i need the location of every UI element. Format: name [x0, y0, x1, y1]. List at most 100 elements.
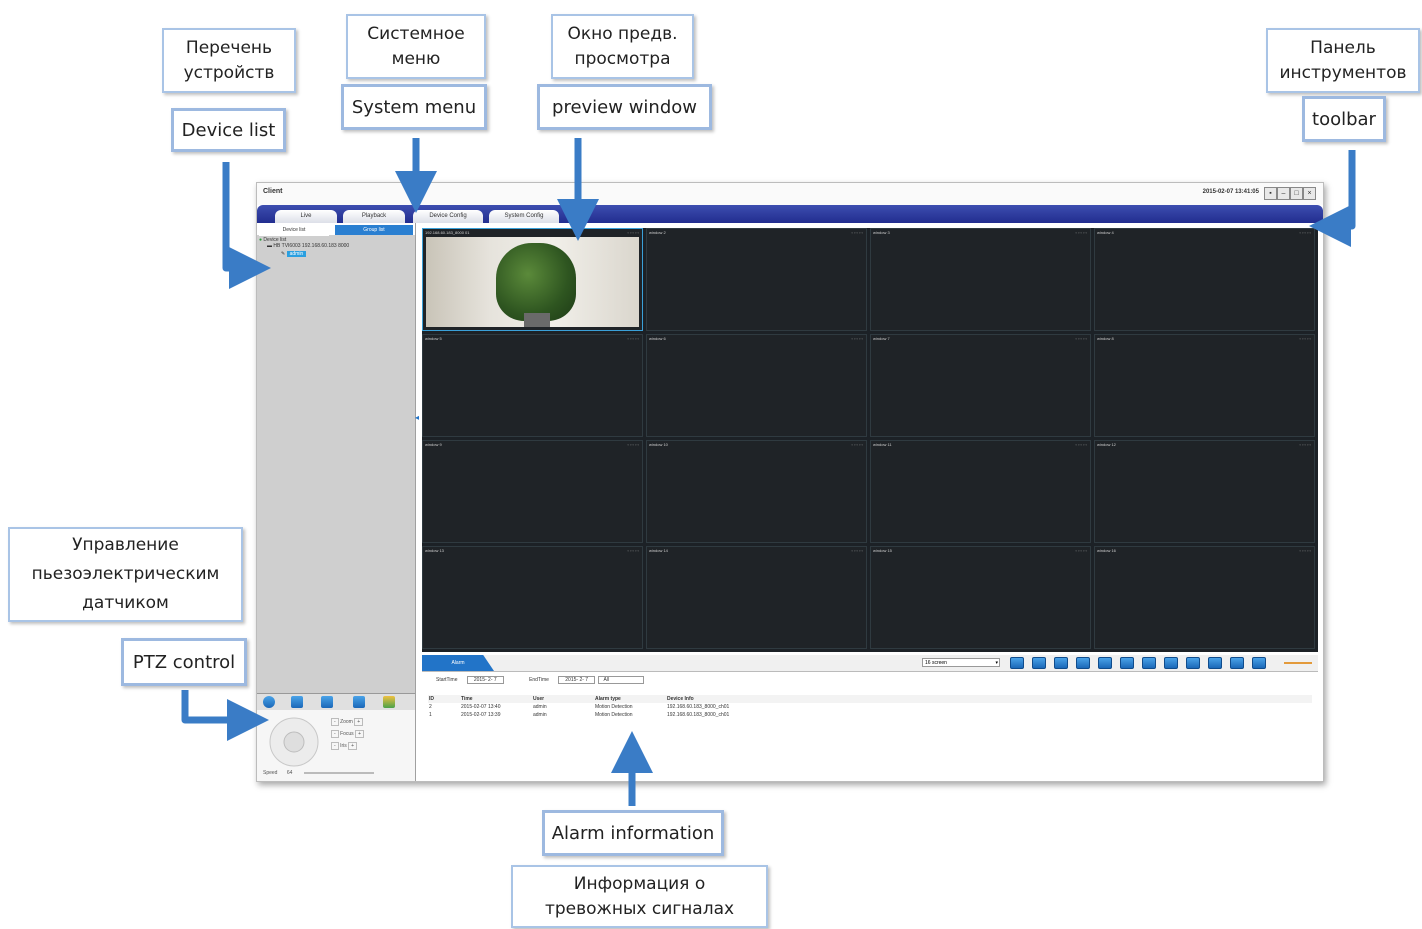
app-title: Client — [263, 188, 283, 195]
sound-icon[interactable] — [1252, 657, 1266, 669]
preview-cell-label: window 11 — [873, 442, 892, 447]
cell-tools-icon[interactable]: ▫ ▫ ▫ ▫ ▫ — [851, 442, 863, 447]
preview-cell[interactable]: window 11 ▫ ▫ ▫ ▫ ▫ — [870, 440, 1091, 543]
cell-tools-icon[interactable]: ▫ ▫ ▫ ▫ ▫ — [1299, 548, 1311, 553]
lock-icon[interactable]: ▪ — [1264, 187, 1277, 200]
record-icon[interactable] — [1032, 657, 1046, 669]
preview-cell[interactable]: window 14 ▫ ▫ ▫ ▫ ▫ — [646, 546, 867, 649]
tab-group-list[interactable]: Group list — [335, 225, 413, 235]
cell-tools-icon[interactable]: ▫ ▫ ▫ ▫ ▫ — [1299, 442, 1311, 447]
col-alarm-type[interactable]: Alarm type — [594, 695, 666, 703]
col-id[interactable]: ID — [428, 695, 460, 703]
start-time-field[interactable]: 2015- 2- 7 — [466, 676, 504, 684]
callout-preview-en: preview window — [537, 84, 712, 130]
preview-cell[interactable]: window 16 ▫ ▫ ▫ ▫ ▫ — [1094, 546, 1315, 649]
cell-tools-icon[interactable]: ▫ ▫ ▫ ▫ ▫ — [1299, 230, 1311, 235]
tree-device-label: HB TVI6003 192.168.60.183 8000 — [273, 243, 350, 249]
cell-device-info: 192.168.60.183_8000_ch01 — [667, 712, 730, 718]
close-icon[interactable]: × — [1303, 187, 1316, 200]
callout-toolbar-en: toolbar — [1302, 96, 1386, 142]
start-time-label: StartTime — [436, 677, 458, 683]
volume-slider[interactable] — [1284, 662, 1312, 664]
ptz-color-icon[interactable] — [383, 696, 395, 708]
cell-tools-icon[interactable]: ▫ ▫ ▫ ▫ ▫ — [627, 548, 639, 553]
cell-tools-icon[interactable]: ▫ ▫ ▫ ▫ ▫ — [627, 336, 639, 341]
preview-cell[interactable]: window 9 ▫ ▫ ▫ ▫ ▫ — [422, 440, 643, 543]
tab-device-config[interactable]: Device Config — [413, 210, 483, 223]
layout-4-icon[interactable] — [1120, 657, 1134, 669]
screen-layout-select[interactable]: 16 screen ▾ — [922, 658, 1000, 667]
ptz-preset-icon[interactable] — [263, 696, 275, 708]
collapse-handle[interactable]: ◂ — [415, 413, 420, 427]
tree-device[interactable]: ▬ HB TVI6003 192.168.60.183 8000 — [259, 243, 349, 249]
focus-minus-button[interactable]: - — [331, 730, 339, 738]
preview-cell[interactable]: window 10 ▫ ▫ ▫ ▫ ▫ — [646, 440, 867, 543]
bottom-toolbar: Alarm 16 screen ▾ — [422, 655, 1318, 672]
ptz-track-icon[interactable] — [321, 696, 333, 708]
talk-icon[interactable] — [1054, 657, 1068, 669]
maximize-icon[interactable]: □ — [1290, 187, 1303, 200]
cell-tools-icon[interactable]: ▫ ▫ ▫ ▫ ▫ — [1075, 548, 1087, 553]
tab-system-config[interactable]: System Config — [489, 210, 559, 223]
speed-slider[interactable] — [303, 771, 374, 774]
cell-tools-icon[interactable]: ▫ ▫ ▫ ▫ ▫ — [851, 230, 863, 235]
table-header: ID Time User Alarm type Device Info — [428, 695, 1312, 703]
col-device-info[interactable]: Device Info — [666, 695, 1312, 703]
cell-time: 2015-02-07 13:39 — [461, 712, 501, 718]
layout-16-icon[interactable] — [1164, 657, 1178, 669]
cell-tools-icon[interactable]: ▫ ▫ ▫ ▫ ▫ — [627, 442, 639, 447]
cell-tools-icon[interactable]: ▫ ▫ ▫ ▫ ▫ — [851, 336, 863, 341]
preview-cell[interactable]: window 5 ▫ ▫ ▫ ▫ ▫ — [422, 334, 643, 437]
preview-cell[interactable]: window 6 ▫ ▫ ▫ ▫ ▫ — [646, 334, 867, 437]
table-row[interactable]: 2 2015-02-07 13:40 admin Motion Detectio… — [428, 703, 1312, 711]
minimize-icon[interactable]: – — [1277, 187, 1290, 200]
ptz-scan-icon[interactable] — [353, 696, 365, 708]
cell-tools-icon[interactable]: ▫ ▫ ▫ ▫ ▫ — [1075, 230, 1087, 235]
cell-tools-icon[interactable]: ▫ ▫ ▫ ▫ ▫ — [1299, 336, 1311, 341]
iris-row: - Iris + — [331, 740, 364, 752]
table-row[interactable]: 1 2015-02-07 13:39 admin Motion Detectio… — [428, 711, 1312, 719]
fullscreen-icon[interactable] — [1230, 657, 1244, 669]
tab-alarm[interactable]: Alarm — [422, 655, 494, 671]
preview-cell-label: window 2 — [649, 230, 666, 235]
iris-minus-button[interactable]: - — [331, 742, 339, 750]
preview-cell[interactable]: window 2 ▫ ▫ ▫ ▫ ▫ — [646, 228, 867, 331]
preview-cell-label: window 13 — [425, 548, 444, 553]
zoom-out-icon[interactable] — [1186, 657, 1200, 669]
callout-alarm-ru: Информация о тревожных сигналах — [511, 865, 768, 928]
cell-tools-icon[interactable]: ▫ ▫ ▫ ▫ ▫ — [1075, 442, 1087, 447]
zoom-plus-button[interactable]: + — [354, 718, 364, 726]
cell-alarm-type: Motion Detection — [595, 712, 633, 718]
tab-playback[interactable]: Playback — [343, 210, 405, 223]
col-user[interactable]: User — [532, 695, 594, 703]
preview-cell[interactable]: 192.168.60.183_8000 01 ▫ ▫ ▫ ▫ ▫ — [422, 228, 643, 331]
preview-cell-label: window 7 — [873, 336, 890, 341]
end-time-field[interactable]: 2015- 2- 7 — [558, 676, 596, 684]
preview-cell[interactable]: window 15 ▫ ▫ ▫ ▫ ▫ — [870, 546, 1091, 649]
preview-cell[interactable]: window 7 ▫ ▫ ▫ ▫ ▫ — [870, 334, 1091, 437]
dvr-icon: ▬ — [267, 243, 272, 249]
audio-icon[interactable] — [1076, 657, 1090, 669]
screenshot-icon[interactable] — [1010, 657, 1024, 669]
cell-tools-icon[interactable]: ▫ ▫ ▫ ▫ ▫ — [627, 230, 639, 235]
preview-cell[interactable]: window 13 ▫ ▫ ▫ ▫ ▫ — [422, 546, 643, 649]
cell-tools-icon[interactable]: ▫ ▫ ▫ ▫ ▫ — [851, 548, 863, 553]
preview-cell[interactable]: window 4 ▫ ▫ ▫ ▫ ▫ — [1094, 228, 1315, 331]
zoom-minus-button[interactable]: - — [331, 718, 339, 726]
focus-plus-button[interactable]: + — [355, 730, 364, 738]
cell-tools-icon[interactable]: ▫ ▫ ▫ ▫ ▫ — [1075, 336, 1087, 341]
layout-9-icon[interactable] — [1142, 657, 1156, 669]
preview-cell[interactable]: window 3 ▫ ▫ ▫ ▫ ▫ — [870, 228, 1091, 331]
tab-device-list[interactable]: Device list — [259, 225, 329, 236]
preview-cell[interactable]: window 8 ▫ ▫ ▫ ▫ ▫ — [1094, 334, 1315, 437]
tree-channel[interactable]: ✎ admin — [259, 251, 349, 257]
col-time[interactable]: Time — [460, 695, 532, 703]
tab-live[interactable]: Live — [275, 210, 337, 223]
preview-cell[interactable]: window 12 ▫ ▫ ▫ ▫ ▫ — [1094, 440, 1315, 543]
ptz-cruise-icon[interactable] — [291, 696, 303, 708]
layout-1-icon[interactable] — [1098, 657, 1112, 669]
alarm-type-select[interactable]: All — [598, 676, 645, 684]
iris-plus-button[interactable]: + — [348, 742, 358, 750]
zoom-in-icon[interactable] — [1208, 657, 1222, 669]
ptz-direction-pad[interactable] — [263, 716, 325, 768]
